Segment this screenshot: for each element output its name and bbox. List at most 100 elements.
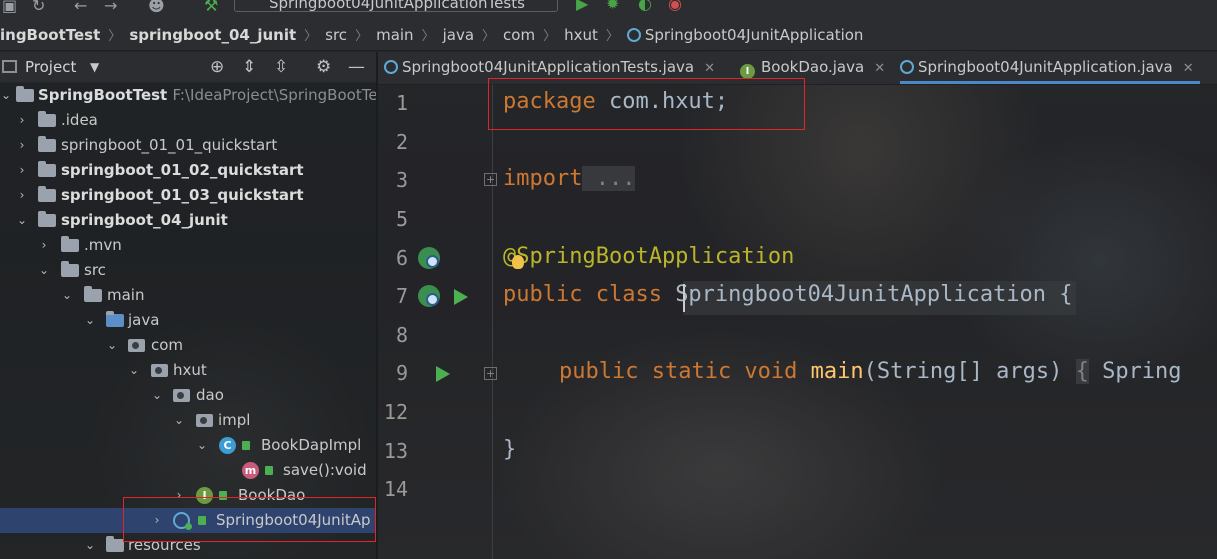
- tree-row-idea[interactable]: › .idea: [0, 108, 376, 133]
- tree-row-dao[interactable]: ⌄ dao: [0, 383, 376, 408]
- breadcrumb-project[interactable]: ingBootTest: [0, 20, 100, 50]
- chevron-down-icon[interactable]: ⌄: [16, 208, 28, 233]
- tree-label: src: [84, 261, 106, 279]
- module-folder-icon: [38, 211, 56, 227]
- fold-expand-icon[interactable]: +: [484, 173, 497, 186]
- breadcrumb-java[interactable]: java: [443, 20, 474, 50]
- chevron-down-icon[interactable]: ⌄: [84, 308, 96, 333]
- tree-row-hxut[interactable]: ⌄ hxut: [0, 358, 376, 383]
- tree-label: BookDapImpl: [261, 436, 362, 454]
- forward-icon[interactable]: →: [104, 0, 117, 15]
- chevron-down-icon[interactable]: ⌄: [151, 383, 163, 408]
- folder-icon: [38, 111, 56, 127]
- lightbulb-icon[interactable]: [512, 255, 524, 269]
- line-number: 6: [395, 246, 408, 270]
- annotation: @SpringBootApplication: [503, 244, 795, 269]
- chevron-right-icon[interactable]: ›: [16, 108, 28, 133]
- tree-label: main: [107, 286, 145, 304]
- chevron-down-icon[interactable]: ⌄: [38, 258, 50, 283]
- folded-body[interactable]: {: [1075, 359, 1089, 384]
- code-line-13: }: [503, 437, 516, 462]
- tree-row-com[interactable]: ⌄ com: [0, 333, 376, 358]
- breadcrumb: ingBootTest 〉 springboot_04_junit 〉 src 〉 main…: [0, 20, 1217, 51]
- close-icon[interactable]: ✕: [704, 61, 715, 76]
- tree-row-module[interactable]: › springboot_01_03_quickstart: [0, 183, 376, 208]
- coverage-icon[interactable]: ◐: [638, 0, 652, 13]
- run-gutter-icon[interactable]: [436, 366, 450, 382]
- package-icon: [128, 339, 145, 352]
- chevron-down-icon[interactable]: ⌄: [84, 533, 96, 558]
- spring-bean-icon[interactable]: [418, 247, 440, 269]
- tree-row-impl[interactable]: ⌄ impl: [0, 408, 376, 433]
- chevron-right-icon: 〉: [605, 29, 619, 44]
- tree-row-module-junit[interactable]: ⌄ springboot_04_junit: [0, 208, 376, 233]
- tree-row-save-method[interactable]: m save():void: [0, 458, 376, 483]
- tree-row-bookdapimpl[interactable]: ⌄ C BookDapImpl: [0, 433, 376, 458]
- chevron-down-icon[interactable]: ⌄: [173, 408, 185, 433]
- tree-row-src[interactable]: ⌄ src: [0, 258, 376, 283]
- method-name: main: [810, 359, 864, 384]
- code-editor[interactable]: [378, 84, 1217, 559]
- fold-expand-icon[interactable]: +: [484, 367, 497, 380]
- chevron-right-icon[interactable]: ›: [38, 233, 50, 258]
- project-view-selector[interactable]: Project: [25, 52, 76, 82]
- refresh-icon[interactable]: ↻: [32, 0, 45, 15]
- chevron-down-icon[interactable]: ⌄: [61, 283, 73, 308]
- tree-row-mvn[interactable]: › .mvn: [0, 233, 376, 258]
- user-icon[interactable]: ☻: [148, 0, 165, 15]
- run-icon[interactable]: ▶: [576, 0, 588, 13]
- breadcrumb-com[interactable]: com: [503, 20, 535, 50]
- chevron-right-icon[interactable]: ›: [16, 158, 28, 183]
- project-tree: ⌄ SpringBootTest F:\IdeaProject\SpringBo…: [0, 83, 376, 559]
- spring-boot-app-icon: [626, 28, 641, 42]
- breadcrumb-src[interactable]: src: [325, 20, 347, 50]
- save-icon[interactable]: ▣: [2, 0, 17, 15]
- tree-label: hxut: [173, 361, 207, 379]
- tab-application-active[interactable]: Springboot04JunitApplication.java ✕: [900, 52, 1200, 84]
- tree-label: .idea: [61, 111, 98, 129]
- chevron-down-icon[interactable]: ⌄: [0, 83, 12, 108]
- tree-label: springboot_01_01_quickstart: [61, 136, 278, 154]
- code-line-7: public class Springboot04JunitApplicatio…: [503, 282, 1073, 307]
- back-icon[interactable]: ←: [74, 0, 87, 15]
- tree-row-java[interactable]: ⌄ java: [0, 308, 376, 333]
- profile-icon[interactable]: ◉: [668, 0, 682, 13]
- tree-row-main[interactable]: ⌄ main: [0, 283, 376, 308]
- run-configuration-select[interactable]: Springboot04JunitApplicationTests: [234, 0, 558, 12]
- hide-panel-icon[interactable]: —: [348, 52, 365, 82]
- select-opened-file-icon[interactable]: ⊕: [210, 52, 224, 82]
- chevron-right-icon[interactable]: ›: [16, 133, 28, 158]
- close-icon[interactable]: ✕: [874, 61, 885, 76]
- build-icon[interactable]: ⚒: [204, 0, 218, 15]
- chevron-down-icon[interactable]: ⌄: [128, 358, 140, 383]
- chevron-right-icon[interactable]: ›: [16, 183, 28, 208]
- breadcrumb-class[interactable]: Springboot04JunitApplication: [645, 20, 864, 50]
- run-gutter-icon[interactable]: [454, 289, 468, 305]
- interface-icon: I: [740, 64, 755, 79]
- main-toolbar: ▣ ↻ ← → ☻ ⚒ Springboot04JunitApplication…: [0, 0, 1217, 20]
- tab-label: Springboot04JunitApplication.java: [918, 58, 1173, 76]
- chevron-right-icon: 〉: [543, 29, 557, 44]
- spring-bean-icon[interactable]: [418, 285, 440, 307]
- breadcrumb-module[interactable]: springboot_04_junit: [129, 20, 296, 50]
- chevron-down-icon[interactable]: ▼: [90, 52, 99, 82]
- line-number: 5: [395, 207, 408, 231]
- close-icon[interactable]: ✕: [1183, 61, 1194, 76]
- module-folder-icon: [38, 186, 56, 202]
- debug-icon[interactable]: ✹: [606, 0, 619, 13]
- folded-imports[interactable]: ...: [582, 166, 636, 191]
- chevron-down-icon[interactable]: ⌄: [196, 433, 208, 458]
- chevron-down-icon[interactable]: ⌄: [106, 333, 118, 358]
- gear-icon[interactable]: ⚙: [316, 52, 331, 82]
- line-number: 7: [395, 284, 408, 308]
- tree-row-project-root[interactable]: ⌄ SpringBootTest F:\IdeaProject\SpringBo…: [0, 83, 376, 108]
- line-number: 1: [395, 91, 408, 115]
- tree-label: .mvn: [84, 236, 122, 254]
- tree-row-module[interactable]: › springboot_01_02_quickstart: [0, 158, 376, 183]
- breadcrumb-hxut[interactable]: hxut: [564, 20, 598, 50]
- collapse-all-icon[interactable]: ⇳: [274, 52, 288, 82]
- breadcrumb-main[interactable]: main: [376, 20, 413, 50]
- folder-icon: [61, 236, 79, 252]
- expand-all-icon[interactable]: ⇕: [242, 52, 256, 82]
- tree-row-module[interactable]: › springboot_01_01_quickstart: [0, 133, 376, 158]
